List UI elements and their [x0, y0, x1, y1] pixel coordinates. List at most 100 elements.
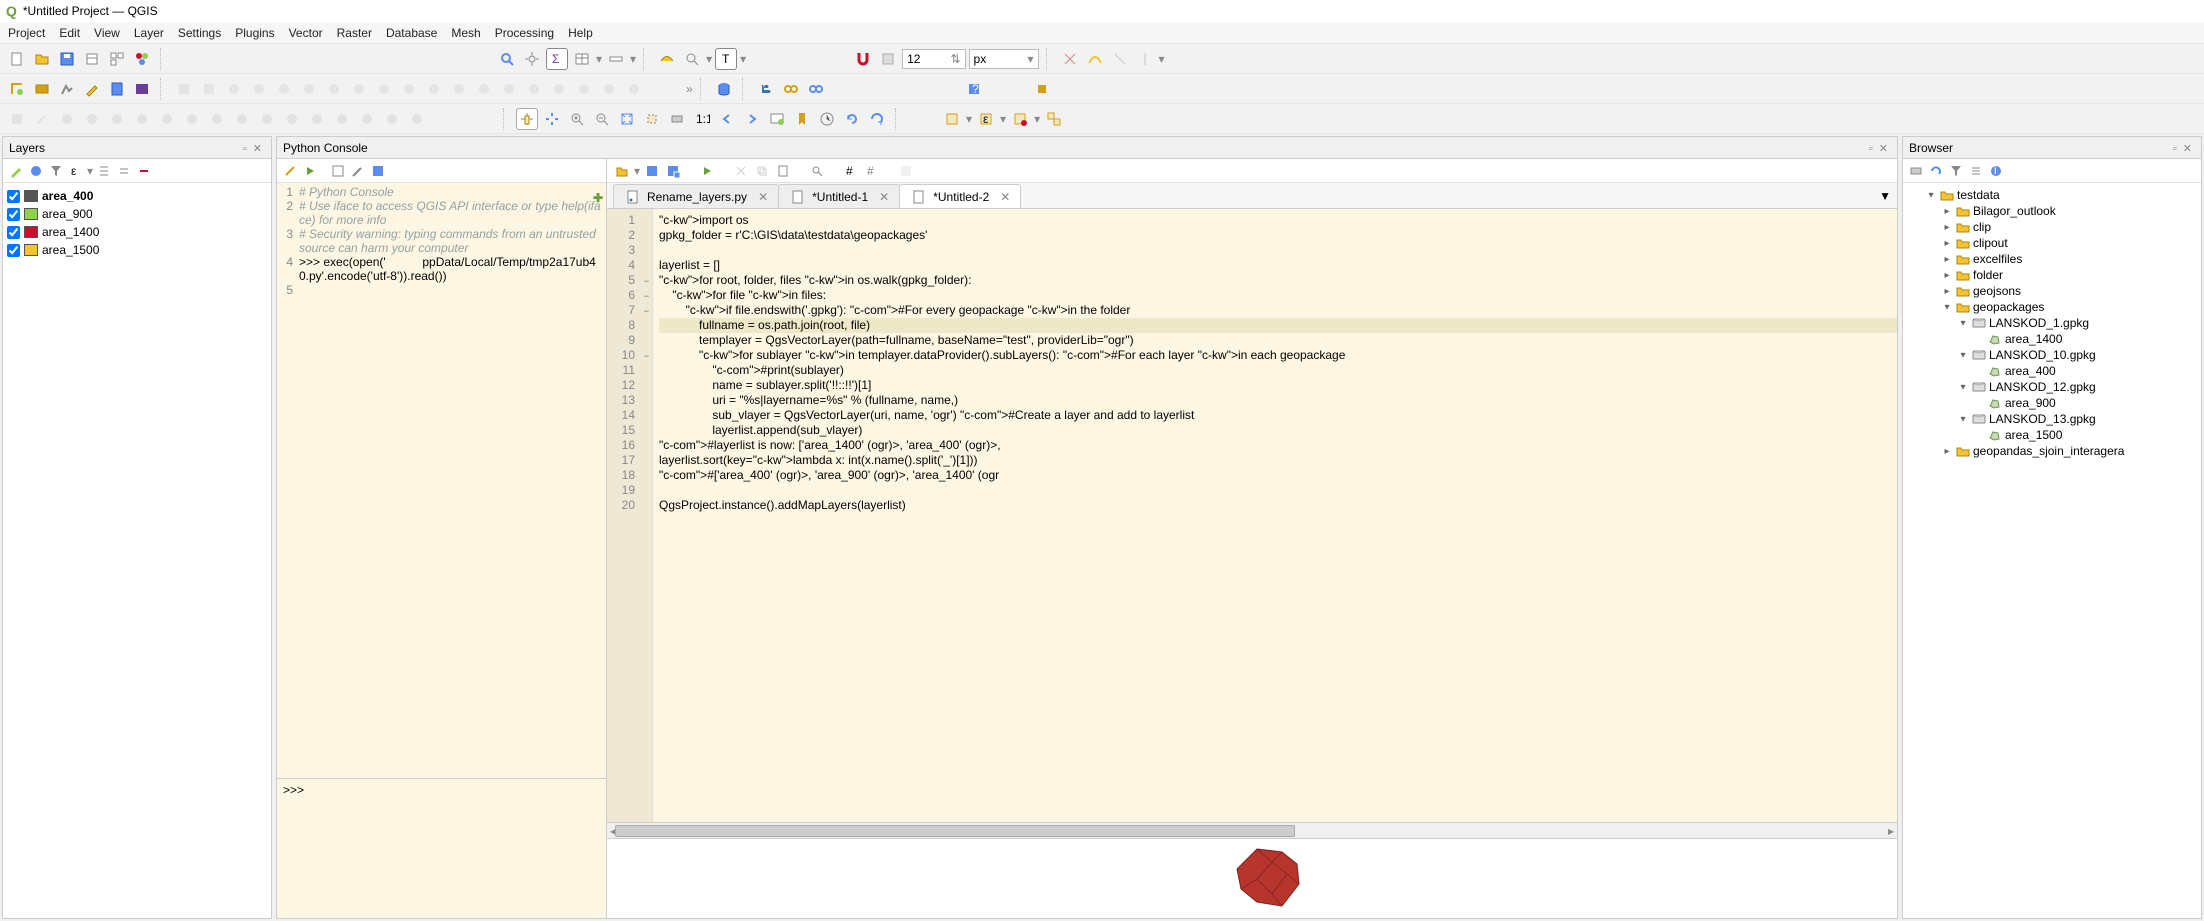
- select-all-icon[interactable]: [1043, 108, 1065, 130]
- properties-icon[interactable]: i: [1987, 162, 2005, 180]
- snap-unit[interactable]: px▾: [969, 49, 1039, 69]
- add-raster-icon[interactable]: [56, 78, 78, 100]
- topology-icon[interactable]: [877, 48, 899, 70]
- menu-layer[interactable]: Layer: [134, 26, 164, 40]
- paste-icon[interactable]: [774, 162, 792, 180]
- layer-visibility-checkbox[interactable]: [7, 190, 20, 203]
- browser-tree-item[interactable]: ▸ clip: [1905, 219, 2199, 235]
- menu-edit[interactable]: Edit: [59, 26, 80, 40]
- expand-icon[interactable]: ▾: [1957, 318, 1969, 329]
- cut-icon[interactable]: [732, 162, 750, 180]
- browser-tree-item[interactable]: area_1400: [1905, 331, 2199, 347]
- browser-tree[interactable]: ▾ testdata▸ Bilagor_outlook▸ clip▸ clipo…: [1903, 183, 2201, 463]
- deselect-icon[interactable]: [1009, 108, 1031, 130]
- select-by-expression-icon[interactable]: ε: [975, 108, 997, 130]
- zoom-full-icon[interactable]: [616, 108, 638, 130]
- new-project-icon[interactable]: [6, 48, 28, 70]
- console-input[interactable]: >>>: [277, 778, 606, 918]
- zoom-in-icon[interactable]: [566, 108, 588, 130]
- expand-icon[interactable]: ▾: [1941, 302, 1953, 313]
- menu-mesh[interactable]: Mesh: [451, 26, 480, 40]
- zoom-layer-icon[interactable]: [666, 108, 688, 130]
- plugin-icon[interactable]: [1031, 78, 1053, 100]
- undock-icon[interactable]: ▫: [240, 143, 250, 155]
- browser-tree-item[interactable]: ▾ geopackages: [1905, 299, 2199, 315]
- layer-visibility-checkbox[interactable]: [7, 226, 20, 239]
- menu-view[interactable]: View: [94, 26, 120, 40]
- collapse-all-icon[interactable]: [115, 162, 133, 180]
- menu-database[interactable]: Database: [386, 26, 437, 40]
- save-file-icon[interactable]: [643, 162, 661, 180]
- add-vector-icon[interactable]: [6, 78, 28, 100]
- show-editor-icon[interactable]: [329, 162, 347, 180]
- find-icon[interactable]: [808, 162, 826, 180]
- expand-icon[interactable]: ▸: [1941, 222, 1953, 233]
- menu-plugins[interactable]: Plugins: [235, 26, 274, 40]
- tab-rename-layers[interactable]: Rename_layers.py ✕: [613, 184, 779, 208]
- pan-icon[interactable]: [516, 108, 538, 130]
- expand-all-icon[interactable]: [95, 162, 113, 180]
- view-icon[interactable]: [780, 78, 802, 100]
- print-layout-icon[interactable]: [81, 48, 103, 70]
- pan-to-selection-icon[interactable]: [541, 108, 563, 130]
- expand-icon[interactable]: ▸: [1941, 254, 1953, 265]
- browser-tree-item[interactable]: ▾ testdata: [1905, 187, 2199, 203]
- close-icon[interactable]: ✕: [2180, 143, 2195, 155]
- menu-vector[interactable]: Vector: [289, 26, 323, 40]
- save-as-icon[interactable]: [664, 162, 682, 180]
- browser-tree-item[interactable]: ▾ LANSKOD_12.gpkg: [1905, 379, 2199, 395]
- code-editor[interactable]: 1234567891011121314151617181920 −−−− "c-…: [607, 209, 1897, 822]
- select-features-icon[interactable]: [941, 108, 963, 130]
- browser-tree-item[interactable]: ▸ clipout: [1905, 235, 2199, 251]
- style-manager-icon[interactable]: [131, 48, 153, 70]
- zoom-native-icon[interactable]: 1:1: [691, 108, 713, 130]
- close-tab-icon[interactable]: ✕: [994, 190, 1010, 204]
- python-icon[interactable]: [755, 78, 777, 100]
- layer-visibility-checkbox[interactable]: [7, 208, 20, 221]
- run-script-icon[interactable]: [698, 162, 716, 180]
- database-icon[interactable]: [713, 78, 735, 100]
- style-icon[interactable]: [7, 162, 25, 180]
- bookmark-icon[interactable]: [791, 108, 813, 130]
- search-icon[interactable]: [681, 48, 703, 70]
- refresh-browser-icon[interactable]: [1927, 162, 1945, 180]
- snap-value[interactable]: 12⇅: [902, 49, 965, 69]
- zoom-out-icon[interactable]: [591, 108, 613, 130]
- browser-tree-item[interactable]: ▸ geopandas_sjoin_interagera: [1905, 443, 2199, 459]
- expand-icon[interactable]: ▸: [1941, 446, 1953, 457]
- expand-icon[interactable]: ▸: [1941, 286, 1953, 297]
- table-icon[interactable]: [571, 48, 593, 70]
- editor-horizontal-scrollbar[interactable]: ◂ ▸: [607, 822, 1897, 838]
- menu-raster[interactable]: Raster: [337, 26, 372, 40]
- layout-manager-icon[interactable]: [106, 48, 128, 70]
- expand-icon[interactable]: ▾: [1957, 350, 1969, 361]
- new-tab-icon[interactable]: ✚: [589, 189, 607, 207]
- trace-icon[interactable]: [1084, 48, 1106, 70]
- add-layer-icon[interactable]: [1907, 162, 1925, 180]
- browser-tree-item[interactable]: ▾ LANSKOD_10.gpkg: [1905, 347, 2199, 363]
- help-icon[interactable]: ?: [963, 78, 985, 100]
- object-inspector-icon[interactable]: [897, 162, 915, 180]
- snapping-magnet-icon[interactable]: [852, 48, 874, 70]
- glasses-icon[interactable]: [805, 78, 827, 100]
- help-icon[interactable]: [369, 162, 387, 180]
- refresh-icon[interactable]: [841, 108, 863, 130]
- browser-tree-item[interactable]: area_400: [1905, 363, 2199, 379]
- sigma-icon[interactable]: Σ: [546, 48, 568, 70]
- close-icon[interactable]: ✕: [250, 143, 265, 155]
- clear-console-icon[interactable]: [281, 162, 299, 180]
- field-calc-icon[interactable]: [106, 78, 128, 100]
- save-project-icon[interactable]: [56, 48, 78, 70]
- measure-icon[interactable]: [605, 48, 627, 70]
- filter-legend-icon[interactable]: [27, 162, 45, 180]
- filter-browser-icon[interactable]: [1947, 162, 1965, 180]
- browser-tree-item[interactable]: ▾ LANSKOD_1.gpkg: [1905, 315, 2199, 331]
- browser-tree-item[interactable]: ▾ LANSKOD_13.gpkg: [1905, 411, 2199, 427]
- console-options-icon[interactable]: [349, 162, 367, 180]
- expand-icon[interactable]: ▸: [1941, 206, 1953, 217]
- expand-icon[interactable]: ▾: [1957, 382, 1969, 393]
- comment-icon[interactable]: #: [842, 162, 860, 180]
- browser-tree-item[interactable]: area_900: [1905, 395, 2199, 411]
- menu-project[interactable]: Project: [8, 26, 45, 40]
- console-output[interactable]: 1# Python Console2# Use iface to access …: [277, 183, 606, 778]
